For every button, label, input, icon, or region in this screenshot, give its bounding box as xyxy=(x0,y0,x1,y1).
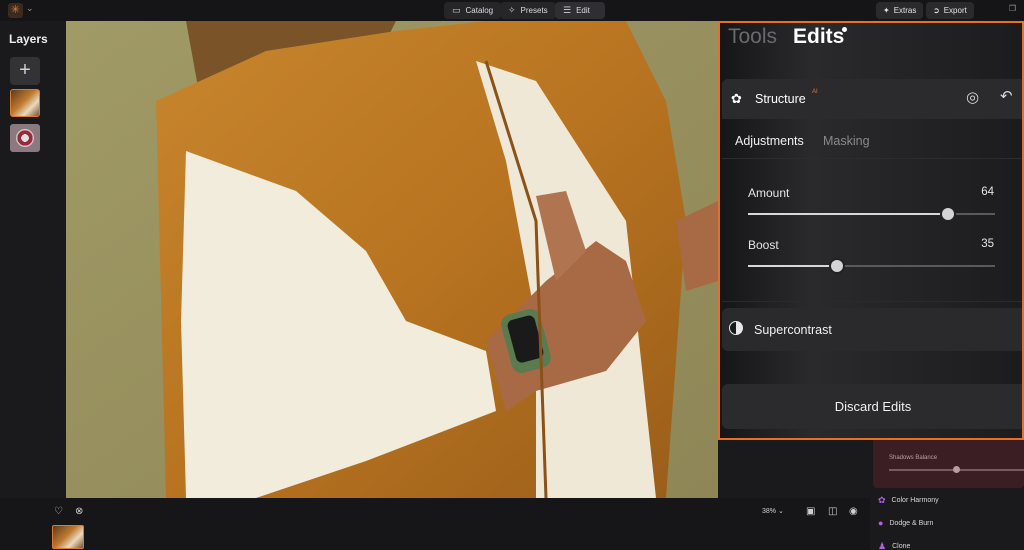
boost-slider[interactable] xyxy=(748,260,995,272)
folder-icon: ▭ xyxy=(452,5,461,15)
sparkle-icon: ✧ xyxy=(508,5,516,15)
image-canvas[interactable] xyxy=(66,21,718,498)
boost-label: Boost xyxy=(748,238,779,252)
zoom-level[interactable]: 38% ⌄ xyxy=(762,507,784,515)
amount-label: Amount xyxy=(748,186,790,200)
edit-button[interactable]: ☰ Edit xyxy=(555,2,605,19)
catalog-button[interactable]: ▭ Catalog xyxy=(444,2,502,19)
ai-badge: AI xyxy=(812,89,818,95)
tab-tools[interactable]: Tools xyxy=(728,25,777,49)
top-bar: ✳ ⌄ ▭ Catalog ✧ Presets ☰ Edit ✦ Extras … xyxy=(0,0,1024,21)
structure-section-header[interactable]: ✿ Structure AI ◎ ↶ xyxy=(722,79,1022,119)
contrast-icon xyxy=(729,321,743,335)
chevron-down-icon[interactable]: ⌄ xyxy=(26,3,34,14)
compare-icon[interactable]: ▣ xyxy=(806,506,815,517)
undo-icon[interactable]: ↶ xyxy=(1000,87,1013,105)
structure-subtabs: Adjustments Masking xyxy=(722,121,1022,159)
presets-button[interactable]: ✧ Presets xyxy=(500,2,556,19)
boost-value[interactable]: 35 xyxy=(981,238,994,250)
bottom-toolbar: ♡ ⊗ 38% ⌄ ▣ ◫ ◉ xyxy=(0,498,870,550)
export-icon: ➲ xyxy=(933,6,940,15)
flower-icon: ✿ xyxy=(878,495,886,505)
layers-title: Layers xyxy=(9,32,48,46)
layers-panel: Layers + xyxy=(0,21,66,498)
supercontrast-label: Supercontrast xyxy=(754,323,832,337)
supercontrast-section-header[interactable]: Supercontrast xyxy=(722,308,1022,351)
visibility-eye-icon[interactable]: ◎ xyxy=(966,88,979,106)
tool-color-harmony[interactable]: ✿ Color Harmony xyxy=(878,495,939,506)
shadows-balance-section: Shadows Balance xyxy=(873,440,1024,488)
tab-masking[interactable]: Masking xyxy=(823,134,870,148)
tab-adjustments[interactable]: Adjustments xyxy=(735,134,804,148)
tab-edits[interactable]: Edits xyxy=(793,25,844,49)
filmstrip-thumbnail[interactable] xyxy=(52,525,84,549)
photo-image xyxy=(66,21,718,498)
heart-icon[interactable]: ♡ xyxy=(54,506,63,517)
amount-slider-fill xyxy=(748,213,949,215)
add-layer-button[interactable]: + xyxy=(10,57,40,85)
amount-slider[interactable] xyxy=(748,208,995,220)
discard-edits-button[interactable]: Discard Edits xyxy=(722,384,1022,429)
window-restore-icon[interactable]: ❐ xyxy=(1009,4,1016,13)
export-button[interactable]: ➲ Export xyxy=(926,2,974,19)
person-icon: ♟ xyxy=(878,541,887,550)
layer-thumbnail-photo[interactable] xyxy=(10,89,40,117)
section-divider xyxy=(722,301,1022,302)
eye-icon[interactable]: ◉ xyxy=(849,506,858,517)
app-logo-icon[interactable]: ✳ xyxy=(8,3,23,18)
structure-label: Structure xyxy=(755,92,806,106)
sliders-icon: ☰ xyxy=(563,5,572,15)
boost-slider-knob[interactable] xyxy=(830,260,843,272)
plus-sparkle-icon: ✦ xyxy=(883,6,890,15)
layer-thumbnail-overlay[interactable] xyxy=(10,124,40,152)
shadows-balance-knob[interactable] xyxy=(953,466,960,473)
edits-indicator-dot xyxy=(842,27,847,32)
split-view-icon[interactable]: ◫ xyxy=(828,506,837,517)
tool-clone[interactable]: ♟ Clone xyxy=(878,541,910,550)
shadows-balance-label: Shadows Balance xyxy=(889,455,938,461)
extras-button[interactable]: ✦ Extras xyxy=(876,2,924,19)
structure-icon: ✿ xyxy=(731,91,742,106)
edits-panel: Tools Edits ✿ Structure AI ◎ ↶ Adjustmen… xyxy=(718,21,1024,440)
amount-value[interactable]: 64 xyxy=(981,186,994,198)
amount-slider-knob[interactable] xyxy=(942,208,955,220)
tool-dodge-burn[interactable]: ● Dodge & Burn xyxy=(878,518,933,528)
drop-icon: ● xyxy=(878,518,884,528)
boost-slider-fill xyxy=(748,265,837,267)
flag-icon[interactable]: ⊗ xyxy=(75,506,83,517)
